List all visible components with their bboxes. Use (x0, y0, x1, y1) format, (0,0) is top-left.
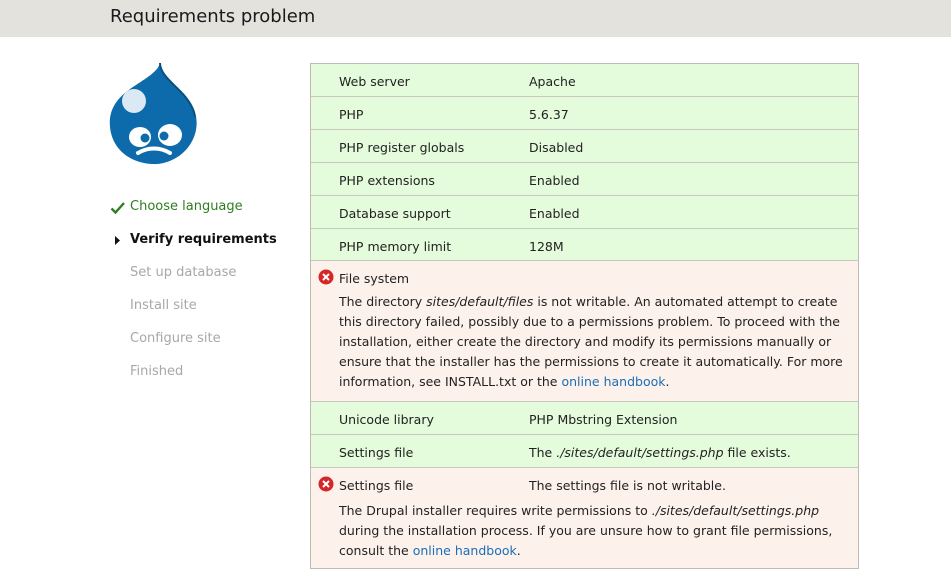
requirement-php: PHP 5.6.37 (311, 97, 858, 130)
step-set-up-database: Set up database (110, 266, 277, 299)
requirement-settings-file-exists: Settings file The ./sites/default/settin… (311, 435, 858, 468)
requirements-table: Web server Apache PHP 5.6.37 PHP registe… (310, 63, 859, 569)
step-finished: Finished (110, 365, 277, 398)
online-handbook-link[interactable]: online handbook (413, 543, 517, 558)
checkmark-icon (110, 202, 125, 215)
requirement-title: Web server (339, 74, 410, 89)
requirement-description: The Drupal installer requires write perm… (339, 501, 846, 561)
requirement-value: 128M (529, 239, 564, 254)
requirement-value: Disabled (529, 140, 584, 155)
step-install-site: Install site (110, 299, 277, 332)
step-label: Verify requirements (130, 232, 277, 247)
requirement-web-server: Web server Apache (311, 64, 858, 97)
step-label: Set up database (130, 265, 237, 280)
requirement-value: The settings file is not writable. (529, 478, 726, 493)
requirement-value: Apache (529, 74, 576, 89)
requirement-unicode-library: Unicode library PHP Mbstring Extension (311, 402, 858, 435)
requirement-register-globals: PHP register globals Disabled (311, 130, 858, 163)
error-icon (318, 476, 334, 492)
page-header: Requirements problem (0, 0, 951, 37)
description-path: ./sites/default/settings.php (651, 503, 820, 518)
requirement-title: PHP (339, 107, 364, 122)
requirement-title: Unicode library (339, 412, 434, 427)
requirement-title: File system (339, 271, 410, 286)
page-title: Requirements problem (110, 6, 316, 27)
requirement-title: Database support (339, 206, 451, 221)
description-text: The Drupal installer requires write perm… (339, 503, 652, 518)
description-text: The directory (339, 294, 427, 309)
requirement-description: The directory sites/default/files is not… (339, 292, 846, 392)
requirement-value: Enabled (529, 173, 580, 188)
requirement-settings-file-writable: Settings file The settings file is not w… (311, 468, 858, 568)
step-label: Configure site (130, 331, 221, 346)
online-handbook-link[interactable]: online handbook (561, 374, 665, 389)
requirement-value: Enabled (529, 206, 580, 221)
requirement-title: Settings file (339, 445, 414, 460)
requirement-title: PHP register globals (339, 140, 465, 155)
description-path: sites/default/files (426, 294, 534, 309)
requirement-title: Settings file (339, 478, 414, 493)
drupal-logo (109, 62, 197, 165)
description-text: . (665, 374, 670, 389)
step-choose-language: Choose language (110, 200, 277, 233)
step-label: Choose language (130, 199, 243, 214)
requirement-memory-limit: PHP memory limit 128M (311, 229, 858, 261)
error-icon (318, 269, 334, 285)
value-text: The (529, 445, 557, 460)
requirement-value: 5.6.37 (529, 107, 569, 122)
requirement-php-extensions: PHP extensions Enabled (311, 163, 858, 196)
step-configure-site: Configure site (110, 332, 277, 365)
install-steps: Choose language Verify requirements Set … (110, 200, 277, 398)
arrow-right-icon (115, 236, 120, 245)
step-label: Finished (130, 364, 184, 379)
value-path: ./sites/default/settings.php (556, 445, 724, 460)
requirement-file-system: File system The directory sites/default/… (311, 261, 858, 402)
step-label: Install site (130, 298, 197, 313)
description-text: . (516, 543, 521, 558)
step-verify-requirements: Verify requirements (110, 233, 277, 266)
value-text: file exists. (723, 445, 791, 460)
requirement-title: PHP memory limit (339, 239, 452, 254)
requirement-value: The ./sites/default/settings.php file ex… (529, 445, 791, 460)
requirement-value: PHP Mbstring Extension (529, 412, 678, 427)
requirement-title: PHP extensions (339, 173, 435, 188)
requirement-database-support: Database support Enabled (311, 196, 858, 229)
